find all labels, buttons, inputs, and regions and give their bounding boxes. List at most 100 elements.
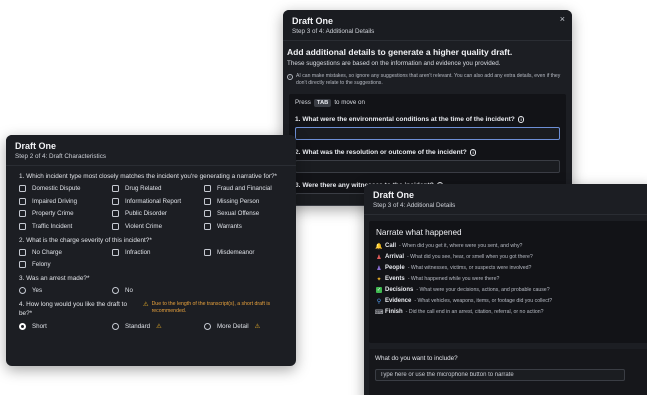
incident-type-option[interactable]: Warrants	[204, 222, 283, 230]
checkbox[interactable]	[204, 197, 211, 205]
question-2-input[interactable]	[295, 159, 560, 173]
radio[interactable]	[204, 323, 211, 331]
step-indicator: Step 3 of 4: Additional Details	[292, 28, 375, 35]
incident-type-option[interactable]: Impaired Driving	[19, 197, 112, 205]
include-section: What do you want to include?	[369, 349, 647, 395]
incident-type-option[interactable]: Property Crime	[19, 210, 112, 217]
incident-type-option[interactable]: Informational Report	[112, 197, 204, 205]
option-label: Traffic Incident	[32, 222, 73, 230]
incident-type-option[interactable]: Domestic Dispute	[19, 185, 112, 192]
question-2: 2. What was the resolution or outcome of…	[295, 149, 560, 156]
include-label: What do you want to include?	[375, 355, 458, 362]
warning-icon: ⚠	[156, 323, 162, 331]
item-desc: - What were your decisions, actions, and…	[416, 287, 550, 293]
length-option-short[interactable]: Short	[19, 323, 112, 331]
magnifier-icon: ⚲	[376, 298, 382, 305]
window-title: Draft One	[15, 141, 57, 151]
arrest-question: 3. Was an arrest made?*	[19, 275, 90, 282]
item-desc: - When did you get it, where were you se…	[399, 243, 523, 249]
option-label: Drug Related	[125, 185, 162, 192]
question-1: 1. What were the environmental condition…	[295, 116, 560, 123]
checkbox[interactable]	[204, 222, 211, 230]
people-icon: ♟	[376, 265, 382, 272]
checkbox[interactable]	[112, 185, 119, 192]
tab-key: TAB	[313, 98, 332, 107]
info-icon[interactable]: i	[517, 116, 525, 123]
option-label: Short	[32, 323, 47, 331]
incident-type-option[interactable]: Fraud and Financial	[204, 185, 283, 192]
ai-notice: i AI can make mistakes, so ignore any su…	[287, 73, 568, 87]
incident-type-question: 1. Which incident type most closely matc…	[19, 173, 278, 180]
narrate-checklist: 🔔 Call - When did you get it, where were…	[374, 243, 642, 316]
severity-option[interactable]: Misdemeanor	[204, 248, 283, 256]
severity-option[interactable]: Felony	[19, 261, 112, 268]
item-label: Events	[385, 276, 405, 282]
window-title: Draft One	[292, 16, 334, 26]
incident-type-option[interactable]: Public Disorder	[112, 210, 204, 217]
incident-type-option[interactable]: Sexual Offense	[204, 210, 283, 217]
incident-type-option[interactable]: Missing Person	[204, 197, 283, 205]
option-label: Domestic Dispute	[32, 185, 81, 192]
question-1-input[interactable]	[295, 126, 560, 140]
incident-type-option[interactable]: Drug Related	[112, 185, 204, 192]
radio-selected[interactable]	[19, 323, 26, 331]
checkbox[interactable]	[112, 248, 119, 256]
tab-hint: Press TAB to move on	[295, 98, 560, 107]
narrate-panel: Narrate what happened 🔔 Call - When did …	[369, 221, 647, 343]
narrate-input[interactable]	[375, 369, 625, 381]
length-warning: ⚠ Due to the length of the transcript(s)…	[143, 301, 283, 315]
severity-option[interactable]: Infraction	[112, 248, 204, 256]
length-warning-text: Due to the length of the transcript(s), …	[151, 301, 271, 314]
option-label: Violent Crime	[125, 222, 163, 230]
bell-icon: 🔔	[375, 243, 383, 250]
checkbox[interactable]	[19, 197, 26, 205]
list-item: ⚲ Evidence - What vehicles, weapons, ite…	[376, 298, 642, 305]
option-label: More Detail	[217, 323, 249, 331]
option-label: No	[125, 287, 133, 294]
checkbox[interactable]	[112, 222, 119, 230]
item-label: People	[385, 265, 405, 271]
checkbox[interactable]	[204, 248, 211, 256]
item-desc: - What vehicles, weapons, items, or foot…	[414, 298, 553, 304]
checkbox[interactable]	[19, 261, 26, 268]
list-item: 🔔 Call - When did you get it, where were…	[375, 243, 642, 250]
charge-severity-options: No Charge Infraction Misdemeanor Felony	[19, 248, 283, 268]
option-label: No Charge	[32, 248, 62, 256]
option-label: Informational Report	[125, 197, 182, 205]
draft-one-window-step3-narrate: Draft One Step 3 of 4: Additional Detail…	[364, 184, 647, 395]
arrest-option-yes[interactable]: Yes	[19, 287, 112, 294]
warning-icon: ⚠	[254, 323, 261, 331]
close-icon[interactable]: ×	[560, 14, 565, 24]
step-indicator: Step 2 of 4: Draft Characteristics	[15, 153, 106, 160]
check-icon: ✓	[376, 287, 382, 293]
checkbox[interactable]	[204, 210, 211, 217]
option-label: Infraction	[125, 248, 151, 256]
list-item: ♟ People - What witnesses, victims, or s…	[376, 265, 642, 272]
item-desc: - Did the call end in an arrest, citatio…	[405, 309, 544, 315]
checkbox[interactable]	[19, 248, 26, 256]
length-option-more-detail[interactable]: More Detail ⚠	[204, 323, 283, 331]
radio[interactable]	[112, 287, 119, 294]
option-label: Standard	[125, 323, 151, 331]
radio[interactable]	[112, 323, 119, 331]
checkbox[interactable]	[19, 222, 26, 230]
checkbox[interactable]	[19, 185, 26, 192]
incident-type-option[interactable]: Violent Crime	[112, 222, 204, 230]
checkbox[interactable]	[112, 197, 119, 205]
radio[interactable]	[19, 287, 26, 294]
arrest-option-no[interactable]: No	[112, 287, 204, 294]
list-item: ✦ Events - What happened while you were …	[376, 276, 642, 283]
option-label: Misdemeanor	[217, 248, 255, 256]
checkbox[interactable]	[204, 185, 211, 192]
checkbox[interactable]	[19, 210, 26, 217]
item-label: Evidence	[385, 298, 412, 304]
draft-length-question: 4. How long would you like the draft to …	[19, 301, 127, 317]
keyboard-icon: ⌨	[374, 309, 384, 316]
item-desc: - What did you see, hear, or smell when …	[407, 254, 533, 260]
severity-option[interactable]: No Charge	[19, 248, 112, 256]
checkbox[interactable]	[112, 210, 119, 217]
info-icon[interactable]: i	[469, 149, 477, 156]
item-label: Call	[385, 243, 397, 249]
incident-type-option[interactable]: Traffic Incident	[19, 222, 112, 230]
length-option-standard[interactable]: Standard ⚠	[112, 323, 204, 331]
